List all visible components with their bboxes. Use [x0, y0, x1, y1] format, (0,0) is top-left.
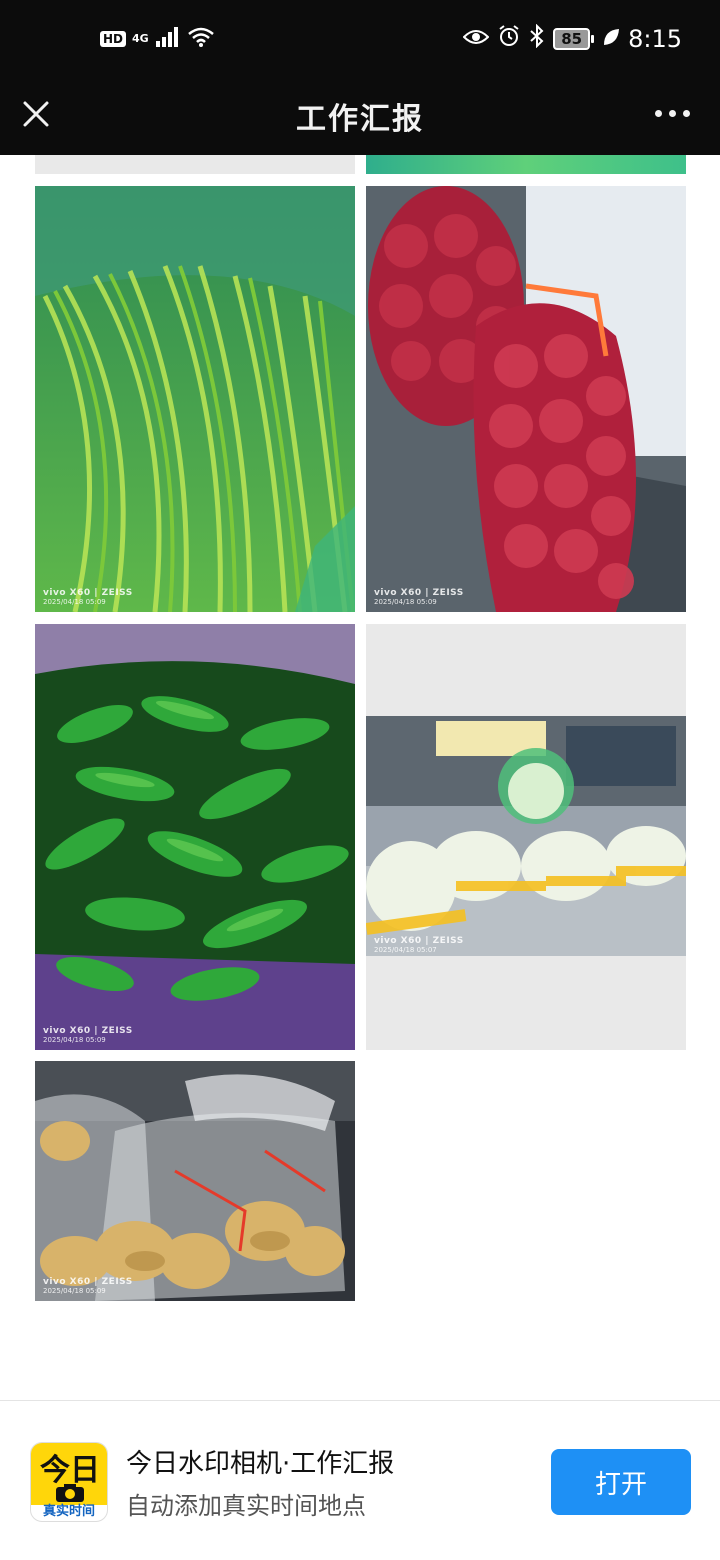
- network-type: 4G: [132, 32, 149, 45]
- clock-time: 8:15: [628, 25, 682, 53]
- logo-sub-text: 真实时间: [42, 1504, 95, 1519]
- battery-level: 85: [553, 28, 591, 50]
- photo-thumbnail-partial-left[interactable]: [35, 155, 355, 174]
- wifi-icon: [187, 26, 215, 52]
- chives-image: [35, 186, 355, 612]
- eye-icon: [462, 25, 490, 53]
- photo-thumbnail-peppers[interactable]: vivo X60 | ZEISS 2025/04/18 05:09: [35, 624, 355, 1050]
- photo-thumbnail-ginger[interactable]: vivo X60 | ZEISS 2025/04/18 05:09: [35, 1061, 355, 1301]
- photo-thumbnail-onions[interactable]: vivo X60 | ZEISS 2025/04/18 05:09: [366, 186, 686, 612]
- photo-watermark: vivo X60 | ZEISS 2025/04/18 05:09: [43, 1026, 133, 1044]
- photo-watermark: vivo X60 | ZEISS 2025/04/18 05:09: [374, 588, 464, 606]
- app-promo-banner: 今日 真实时间 今日水印相机·工作汇报 自动添加真实时间地点 打开: [0, 1400, 720, 1560]
- dot-icon: [683, 109, 690, 117]
- photo-thumbnail-chives[interactable]: vivo X60 | ZEISS 2025/04/18 05:09: [35, 186, 355, 612]
- title-bar: 工作汇报: [0, 84, 720, 155]
- app-name: 今日水印相机·工作汇报: [126, 1449, 395, 1479]
- alarm-icon: [497, 24, 521, 54]
- cabbages-image: [366, 716, 686, 956]
- photo-watermark: vivo X60 | ZEISS 2025/04/18 05:09: [43, 1277, 133, 1295]
- status-right: 85 8:15: [462, 23, 682, 54]
- status-bar: HD 4G 85 8:15: [0, 0, 720, 84]
- dot-icon: [655, 109, 662, 117]
- photo-thumbnail-cabbages[interactable]: vivo X60 | ZEISS 2025/04/18 05:07: [366, 624, 686, 1050]
- signal-icon: [155, 26, 181, 52]
- dot-icon: [669, 109, 676, 117]
- photo-watermark: vivo X60 | ZEISS 2025/04/18 05:07: [374, 936, 464, 954]
- peppers-image: [35, 624, 355, 1050]
- leaf-icon: [602, 25, 620, 53]
- bluetooth-icon: [529, 23, 545, 54]
- app-logo[interactable]: 今日 真实时间: [30, 1442, 108, 1522]
- app-description: 自动添加真实时间地点: [126, 1492, 366, 1520]
- hd-badge: HD: [100, 31, 127, 47]
- open-app-button[interactable]: 打开: [551, 1449, 691, 1515]
- status-left: HD 4G: [100, 26, 215, 52]
- more-options-button[interactable]: [655, 98, 690, 128]
- photo-thumbnail-partial-right[interactable]: [366, 155, 686, 174]
- photo-watermark: vivo X60 | ZEISS 2025/04/18 05:09: [43, 588, 133, 606]
- ginger-image: [35, 1061, 355, 1301]
- photo-grid: vivo X60 | ZEISS 2025/04/18 05:09 vivo X…: [0, 155, 720, 1400]
- page-title: 工作汇报: [296, 102, 424, 137]
- onions-image: [366, 186, 686, 612]
- battery-icon: 85: [553, 28, 595, 50]
